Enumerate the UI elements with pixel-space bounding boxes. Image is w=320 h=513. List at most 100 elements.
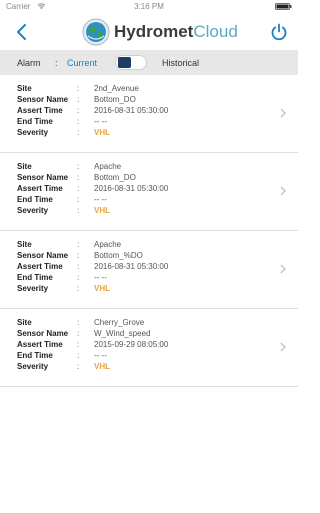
end-time-value: -- -- [94, 273, 107, 282]
severity-row: Severity : VHL [17, 127, 277, 138]
site-label: Site [17, 240, 32, 249]
app-header: Hydromet Cloud [0, 14, 298, 50]
sensor-name-label: Sensor Name [17, 173, 69, 182]
end-time-label: End Time [17, 273, 53, 282]
field-separator: : [77, 162, 80, 171]
site-row: Site : Cherry_Grove [17, 317, 277, 328]
logo-text-cloud: Cloud [193, 22, 238, 41]
severity-row: Severity : VHL [17, 361, 277, 372]
sensor-name-row: Sensor Name : Bottom_DO [17, 94, 277, 105]
sensor-name-value: W_Wind_speed [94, 329, 151, 338]
site-value: 2nd_Avenue [94, 84, 139, 93]
toggle-knob [118, 57, 131, 68]
field-separator: : [77, 195, 80, 204]
globe-logo-icon [82, 18, 110, 46]
assert-time-value: 2016-08-31 05:30:00 [94, 184, 169, 193]
end-time-label: End Time [17, 195, 53, 204]
assert-time-value: 2015-09-29 08:05:00 [94, 340, 169, 349]
battery-icon [275, 3, 292, 10]
chevron-right-icon [280, 108, 286, 118]
severity-value: VHL [94, 284, 110, 293]
site-value: Cherry_Grove [94, 318, 145, 327]
site-value: Apache [94, 162, 122, 171]
back-icon[interactable] [14, 22, 30, 42]
status-bar: Carrier 3:16 PM [0, 0, 298, 14]
field-separator: : [77, 206, 80, 215]
field-separator: : [77, 262, 80, 271]
assert-time-row: Assert Time : 2016-08-31 05:30:00 [17, 183, 277, 194]
site-row: Site : Apache [17, 161, 277, 172]
chevron-right-icon [280, 186, 286, 196]
severity-value: VHL [94, 362, 110, 371]
chevron-right-icon [280, 342, 286, 352]
site-value: Apache [94, 240, 122, 249]
current-option[interactable]: Current [67, 58, 97, 68]
assert-time-label: Assert Time [17, 262, 63, 271]
assert-time-value: 2016-08-31 05:30:00 [94, 106, 169, 115]
severity-value: VHL [94, 206, 110, 215]
field-separator: : [77, 84, 80, 93]
field-separator: : [77, 128, 80, 137]
assert-time-label: Assert Time [17, 184, 63, 193]
severity-label: Severity [17, 206, 49, 215]
end-time-label: End Time [17, 351, 53, 360]
field-separator: : [77, 95, 80, 104]
field-separator: : [77, 318, 80, 327]
field-separator: : [77, 340, 80, 349]
assert-time-label: Assert Time [17, 106, 63, 115]
field-separator: : [77, 117, 80, 126]
site-label: Site [17, 84, 32, 93]
end-time-row: End Time : -- -- [17, 272, 277, 283]
sensor-name-value: Bottom_DO [94, 95, 136, 104]
alarm-card[interactable]: Site : 2nd_Avenue Sensor Name : Bottom_D… [0, 75, 298, 153]
site-label: Site [17, 162, 32, 171]
site-row: Site : 2nd_Avenue [17, 83, 277, 94]
status-time: 3:16 PM [134, 2, 164, 11]
assert-time-value: 2016-08-31 05:30:00 [94, 262, 169, 271]
severity-row: Severity : VHL [17, 283, 277, 294]
end-time-row: End Time : -- -- [17, 350, 277, 361]
site-row: Site : Apache [17, 239, 277, 250]
end-time-value: -- -- [94, 195, 107, 204]
severity-value: VHL [94, 128, 110, 137]
assert-time-label: Assert Time [17, 340, 63, 349]
severity-label: Severity [17, 128, 49, 137]
historical-option[interactable]: Historical [162, 58, 199, 68]
severity-row: Severity : VHL [17, 205, 277, 216]
assert-time-row: Assert Time : 2016-08-31 05:30:00 [17, 105, 277, 116]
field-separator: : [77, 240, 80, 249]
logo-text-hydromet: Hydromet [114, 22, 194, 41]
alarm-card[interactable]: Site : Apache Sensor Name : Bottom_DO As… [0, 153, 298, 231]
alarm-list: Site : 2nd_Avenue Sensor Name : Bottom_D… [0, 75, 298, 387]
field-separator: : [77, 106, 80, 115]
assert-time-row: Assert Time : 2015-09-29 08:05:00 [17, 339, 277, 350]
field-separator: : [77, 251, 80, 260]
end-time-row: End Time : -- -- [17, 194, 277, 205]
alarm-card[interactable]: Site : Apache Sensor Name : Bottom_%DO A… [0, 231, 298, 309]
field-separator: : [77, 184, 80, 193]
severity-label: Severity [17, 284, 49, 293]
alarm-filter-bar: Alarm : Current Historical [0, 50, 298, 75]
end-time-row: End Time : -- -- [17, 116, 277, 127]
sensor-name-label: Sensor Name [17, 95, 69, 104]
end-time-value: -- -- [94, 117, 107, 126]
alarm-card[interactable]: Site : Cherry_Grove Sensor Name : W_Wind… [0, 309, 298, 387]
alarm-screen: Carrier 3:16 PM Hydromet Cloud Alarm: C… [0, 0, 298, 513]
sensor-name-row: Sensor Name : Bottom_%DO [17, 250, 277, 261]
field-separator: : [77, 351, 80, 360]
sensor-name-row: Sensor Name : W_Wind_speed [17, 328, 277, 339]
sensor-name-value: Bottom_DO [94, 173, 136, 182]
power-icon[interactable] [270, 23, 288, 41]
field-separator: : [77, 284, 80, 293]
alarm-label: Alarm [17, 58, 41, 68]
field-separator: : [77, 362, 80, 371]
chevron-right-icon [280, 264, 286, 274]
field-separator: : [77, 329, 80, 338]
severity-label: Severity [17, 362, 49, 371]
end-time-label: End Time [17, 117, 53, 126]
site-label: Site [17, 318, 32, 327]
field-separator: : [77, 273, 80, 282]
current-historical-toggle[interactable] [115, 55, 147, 70]
sensor-name-row: Sensor Name : Bottom_DO [17, 172, 277, 183]
sensor-name-value: Bottom_%DO [94, 251, 143, 260]
